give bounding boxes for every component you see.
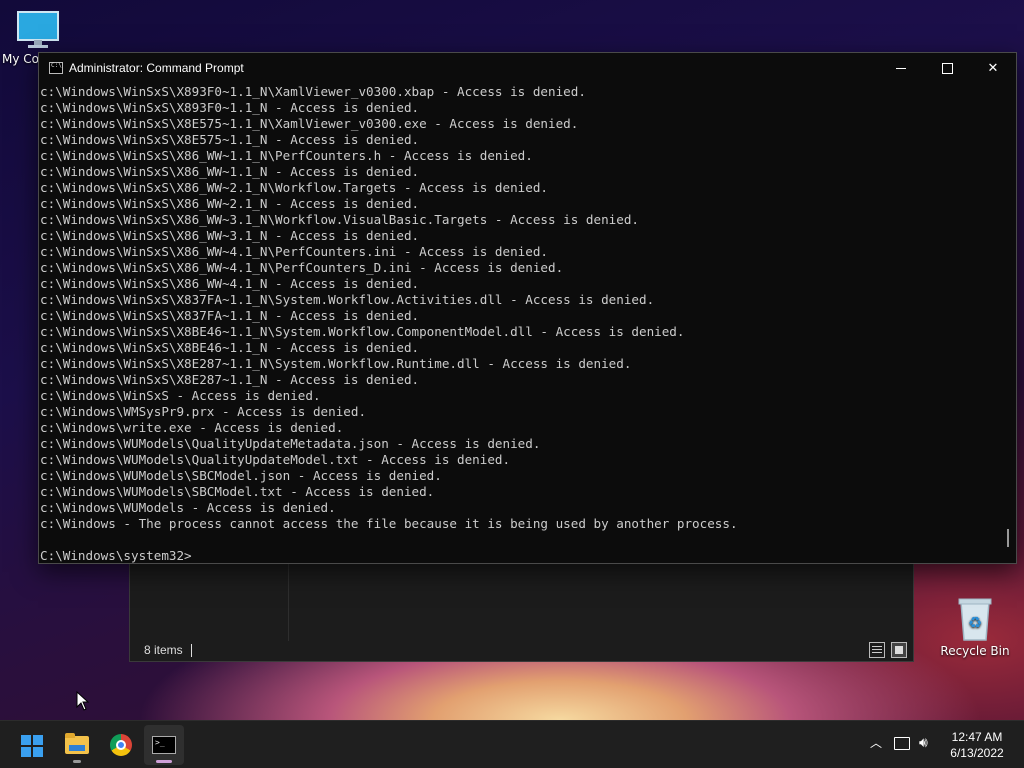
monitor-icon [17,11,59,48]
console-line: c:\Windows\WUModels\SBCModel.txt - Acces… [40,484,435,499]
console-line: c:\Windows\WUModels\SBCModel.json - Acce… [40,468,442,483]
console-line: c:\Windows\WinSxS\X86_WW~3.1_N - Access … [40,228,420,243]
close-icon: ✕ [987,61,999,76]
volume-icon[interactable]: 🔊︎ [919,734,939,752]
console-line: c:\Windows - The process cannot access t… [40,516,738,531]
console-line: c:\Windows\WinSxS\X8E287~1.1_N - Access … [40,372,420,387]
maximize-button[interactable] [924,53,970,84]
folder-icon [65,733,89,754]
console-line: c:\Windows\WUModels\QualityUpdateModel.t… [40,452,511,467]
taskbar: ︿ 🔊︎ 12:47 AM 6/13/2022 [0,720,1024,768]
console-line: c:\Windows\WinSxS\X86_WW~1.1_N - Access … [40,164,420,179]
console-line: c:\Windows\WinSxS\X837FA~1.1_N - Access … [40,308,420,323]
console-line: c:\Windows\WinSxS\X8BE46~1.1_N - Access … [40,340,420,355]
title-bar[interactable]: Administrator: Command Prompt ✕ [39,53,1016,84]
start-button[interactable] [12,725,52,765]
taskbar-file-explorer[interactable] [57,725,97,765]
console-line: c:\Windows\WinSxS\X893F0~1.1_N - Access … [40,100,420,115]
console-output[interactable]: c:\Windows\WinSxS\X893F0~1.1_N\XamlViewe… [39,84,999,563]
network-icon[interactable] [894,737,910,750]
console-line: c:\Windows\WinSxS\X8E575~1.1_N - Access … [40,132,420,147]
mouse-cursor-icon [76,691,90,711]
console-line: c:\Windows\WinSxS\X86_WW~1.1_N\PerfCount… [40,148,533,163]
recycle-bin-icon: ♻ [958,598,992,641]
active-indicator [156,760,172,763]
status-separator [191,644,192,657]
desktop-icon-recycle-bin[interactable]: ♻ Recycle Bin [940,596,1010,658]
minimize-button[interactable] [878,53,924,84]
console-line: c:\Windows\WinSxS\X86_WW~4.1_N - Access … [40,276,420,291]
console-line: c:\Windows\WinSxS - Access is denied. [40,388,321,403]
large-icons-view-icon[interactable] [891,642,907,658]
clock-date: 6/13/2022 [950,746,1004,760]
maximize-icon [941,63,953,74]
console-line: c:\Windows\WMSysPr9.prx - Access is deni… [40,404,367,419]
pane-divider[interactable] [288,561,289,641]
item-count-status: 8 items [144,643,183,657]
console-line: c:\Windows\WUModels\QualityUpdateMetadat… [40,436,541,451]
chevron-up-icon[interactable]: ︿ [868,735,884,751]
scroll-thumb[interactable] [1007,529,1009,547]
console-line: c:\Windows\WinSxS\X86_WW~4.1_N\PerfCount… [40,260,564,275]
console-line: c:\Windows\WinSxS\X8BE46~1.1_N\System.Wo… [40,324,685,339]
details-view-icon[interactable] [869,642,885,658]
desktop-icon-label: Recycle Bin [940,644,1010,658]
console-line: c:\Windows\WinSxS\X8E575~1.1_N\XamlViewe… [40,116,579,131]
close-button[interactable]: ✕ [970,53,1016,84]
console-line: c:\Windows\WinSxS\X86_WW~2.1_N - Access … [40,196,420,211]
svg-text:♻: ♻ [968,613,982,632]
clock-time: 12:47 AM [951,730,1003,744]
chrome-icon [110,734,132,756]
cmd-icon [152,736,176,754]
minimize-icon [896,68,906,69]
vertical-scrollbar[interactable] [999,84,1016,563]
console-line: C:\Windows\system32> [40,548,192,563]
console-line: c:\Windows\WinSxS\X893F0~1.1_N\XamlViewe… [40,84,586,99]
taskbar-chrome[interactable] [101,725,141,765]
console-line: c:\Windows\WUModels - Access is denied. [40,500,336,515]
taskbar-command-prompt[interactable] [144,725,184,765]
file-explorer-window[interactable]: 8 items [129,560,914,662]
console-line: c:\Windows\WinSxS\X86_WW~4.1_N\PerfCount… [40,244,548,259]
windows-start-icon [21,735,43,757]
console-line: c:\Windows\WinSxS\X8E287~1.1_N\System.Wo… [40,356,632,371]
console-line: c:\Windows\WinSxS\X837FA~1.1_N\System.Wo… [40,292,655,307]
clock[interactable]: 12:47 AM 6/13/2022 [942,729,1012,761]
console-line: c:\Windows\WinSxS\X86_WW~3.1_N\Workflow.… [40,212,639,227]
cmd-icon [49,62,63,74]
console-line: c:\Windows\WinSxS\X86_WW~2.1_N\Workflow.… [40,180,548,195]
window-title: Administrator: Command Prompt [69,61,244,75]
command-prompt-window[interactable]: Administrator: Command Prompt ✕ c:\Windo… [38,52,1017,564]
running-indicator [73,760,81,763]
console-line: c:\Windows\write.exe - Access is denied. [40,420,344,435]
